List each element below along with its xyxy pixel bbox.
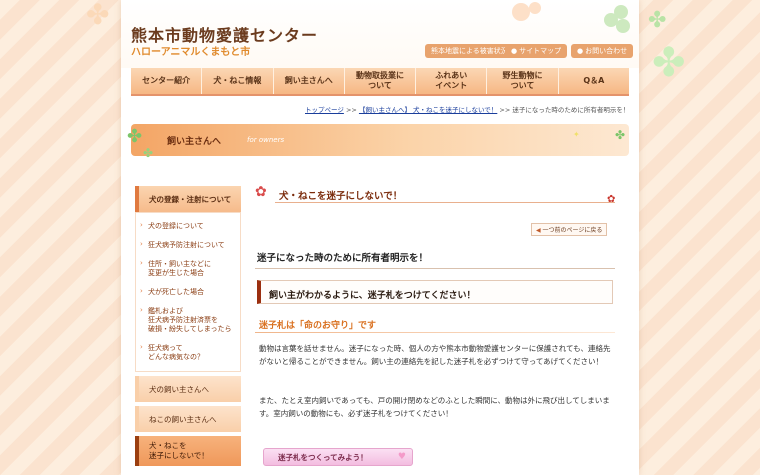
nav-item-label: 飼い主さんへ: [284, 76, 333, 85]
breadcrumb-current: 迷子になった時のために所有者明示を！: [512, 106, 630, 114]
site-subtitle: ハローアニマルくまもと市: [131, 47, 251, 58]
triangle-left-icon: ◀: [536, 227, 541, 234]
sidebar-item-dog-owners[interactable]: 犬の飼い主さんへ: [135, 376, 241, 402]
nav-item-owners[interactable]: 飼い主さんへ: [274, 68, 345, 94]
back-button-label: 一つ前のページに戻る: [542, 227, 603, 234]
flower-icon: ✿: [607, 194, 616, 205]
subheading: 迷子札は「命のお守り」です: [259, 321, 377, 331]
nav-item-qa[interactable]: Q＆A: [559, 68, 629, 94]
circle-arrow-icon: ●: [577, 47, 584, 55]
sparkle-icon: ✦: [573, 130, 580, 139]
clover-decoration-icon: ✤: [648, 8, 667, 33]
breadcrumb-parent-link[interactable]: 【飼い主さんへ】 犬・ねこを迷子にしないで！: [359, 106, 497, 114]
sidebar-link-dog-registration[interactable]: 犬の登録について: [136, 217, 240, 236]
global-nav: センター紹介 犬・ねこ情報 飼い主さんへ 動物取扱業に ついて ふれあい イベン…: [131, 68, 629, 96]
contact-link[interactable]: ● お問い合わせ: [571, 44, 634, 58]
sitemap-link-label: サイトマップ: [519, 47, 562, 55]
nav-item-dog-cat-info[interactable]: 犬・ねこ情報: [202, 68, 274, 94]
sidebar: 犬の登録・注射について 犬の登録について 狂犬病予防注射について 住所・飼い主な…: [135, 186, 241, 466]
sidebar-item-cat-owners[interactable]: ねこの飼い主さんへ: [135, 406, 241, 432]
nav-item-center[interactable]: センター紹介: [131, 68, 203, 94]
page-container: 熊本市動物愛護センター ハローアニマルくまもと市 熊本地震による被害状況 ● サイ…: [121, 0, 639, 475]
nav-item-label: 動物取扱業に ついて: [355, 71, 404, 90]
nav-item-wildlife[interactable]: 野生動物に ついて: [487, 68, 559, 94]
sidebar-link-dog-death[interactable]: 犬が死亡した場合: [136, 283, 240, 302]
clover-decoration-icon: ✤: [652, 40, 686, 86]
clover-icon: ✤: [127, 126, 143, 147]
sidebar-link-about-rabies[interactable]: 狂犬病って どんな病気なの？: [136, 339, 240, 367]
earthquake-link-label: 熊本地震による被害状況: [431, 47, 508, 55]
sidebar-link-address-change[interactable]: 住所・飼い主などに 変更が生じた場合: [136, 255, 240, 283]
heart-icon: ♥: [397, 452, 406, 462]
breadcrumb-home-link[interactable]: トップページ: [305, 106, 344, 114]
clover-icon: ✤: [615, 128, 626, 142]
back-button[interactable]: ◀ 一つ前のページに戻る: [531, 223, 608, 236]
sidebar-link-rabies-vaccination[interactable]: 狂犬病予防注射について: [136, 236, 240, 255]
sidebar-link-list: 犬の登録について 狂犬病予防注射について 住所・飼い主などに 変更が生じた場合 …: [135, 212, 241, 372]
clover-decoration-icon: [512, 2, 630, 33]
site-header: 熊本市動物愛護センター ハローアニマルくまもと市 熊本地震による被害状況 ● サイ…: [121, 0, 639, 68]
paragraph: 動物は言葉を話せません。迷子になった時、個人の方や熊本市動物愛護センターに保護さ…: [259, 344, 611, 366]
breadcrumb-separator: >>: [499, 106, 511, 114]
subheading-divider: [255, 332, 615, 333]
paragraph: また、たとえ室内飼いであっても、戸の開け閉めなどのふとした瞬間に、動物は外に飛び…: [259, 396, 610, 418]
sidebar-section-title[interactable]: 犬の登録・注射について: [135, 186, 241, 212]
clover-icon: ✤: [143, 146, 154, 160]
make-tag-button-label: 迷子札をつくってみよう！: [278, 452, 368, 462]
nav-item-events[interactable]: ふれあい イベント: [416, 68, 488, 94]
nav-item-label: 野生動物に ついて: [502, 71, 543, 90]
section-banner: 飼い主さんへ for owners: [131, 124, 629, 156]
sidebar-item-lost-pets[interactable]: 犬・ねこを 迷子にしないで！: [135, 436, 241, 466]
nav-item-label: センター紹介: [142, 76, 191, 85]
breadcrumb: トップページ >> 【飼い主さんへ】 犬・ねこを迷子にしないで！ >> 迷子にな…: [305, 104, 629, 114]
banner-english-subtitle: for owners: [247, 136, 285, 144]
contact-link-label: お問い合わせ: [585, 47, 628, 55]
sitemap-link[interactable]: ● サイトマップ: [505, 44, 568, 58]
banner-title: 飼い主さんへ: [167, 137, 222, 147]
nav-item-label: Q＆A: [583, 76, 605, 85]
breadcrumb-separator: >>: [345, 106, 357, 114]
callout-title: 飼い主がわかるように、迷子札をつけてください！: [269, 291, 476, 301]
make-tag-button[interactable]: 迷子札をつくってみよう！ ♥: [263, 448, 413, 466]
title-underline: [275, 202, 615, 203]
earthquake-link[interactable]: 熊本地震による被害状況: [425, 44, 514, 58]
paw-decoration-icon: ✤: [86, 0, 110, 31]
section-heading: 迷子になった時のために所有者明示を！: [257, 253, 429, 264]
page-title: 犬・ねこを迷子にしないで！: [279, 191, 403, 202]
section-divider: [255, 268, 615, 269]
nav-item-label: ふれあい イベント: [435, 71, 468, 90]
flower-icon: ✿: [255, 184, 267, 200]
circle-arrow-icon: ●: [511, 47, 518, 55]
nav-item-animal-business[interactable]: 動物取扱業に ついて: [345, 68, 417, 94]
page-title-bar: ✿ 犬・ねこを迷子にしないで！ ✿: [255, 180, 627, 205]
nav-item-label: 犬・ねこ情報: [213, 76, 262, 85]
sidebar-link-tag-lost[interactable]: 鑑札および 狂犬病予防注射済票を 破損・紛失してしまったら: [136, 302, 240, 339]
callout-box: 飼い主がわかるように、迷子札をつけてください！: [257, 280, 613, 304]
